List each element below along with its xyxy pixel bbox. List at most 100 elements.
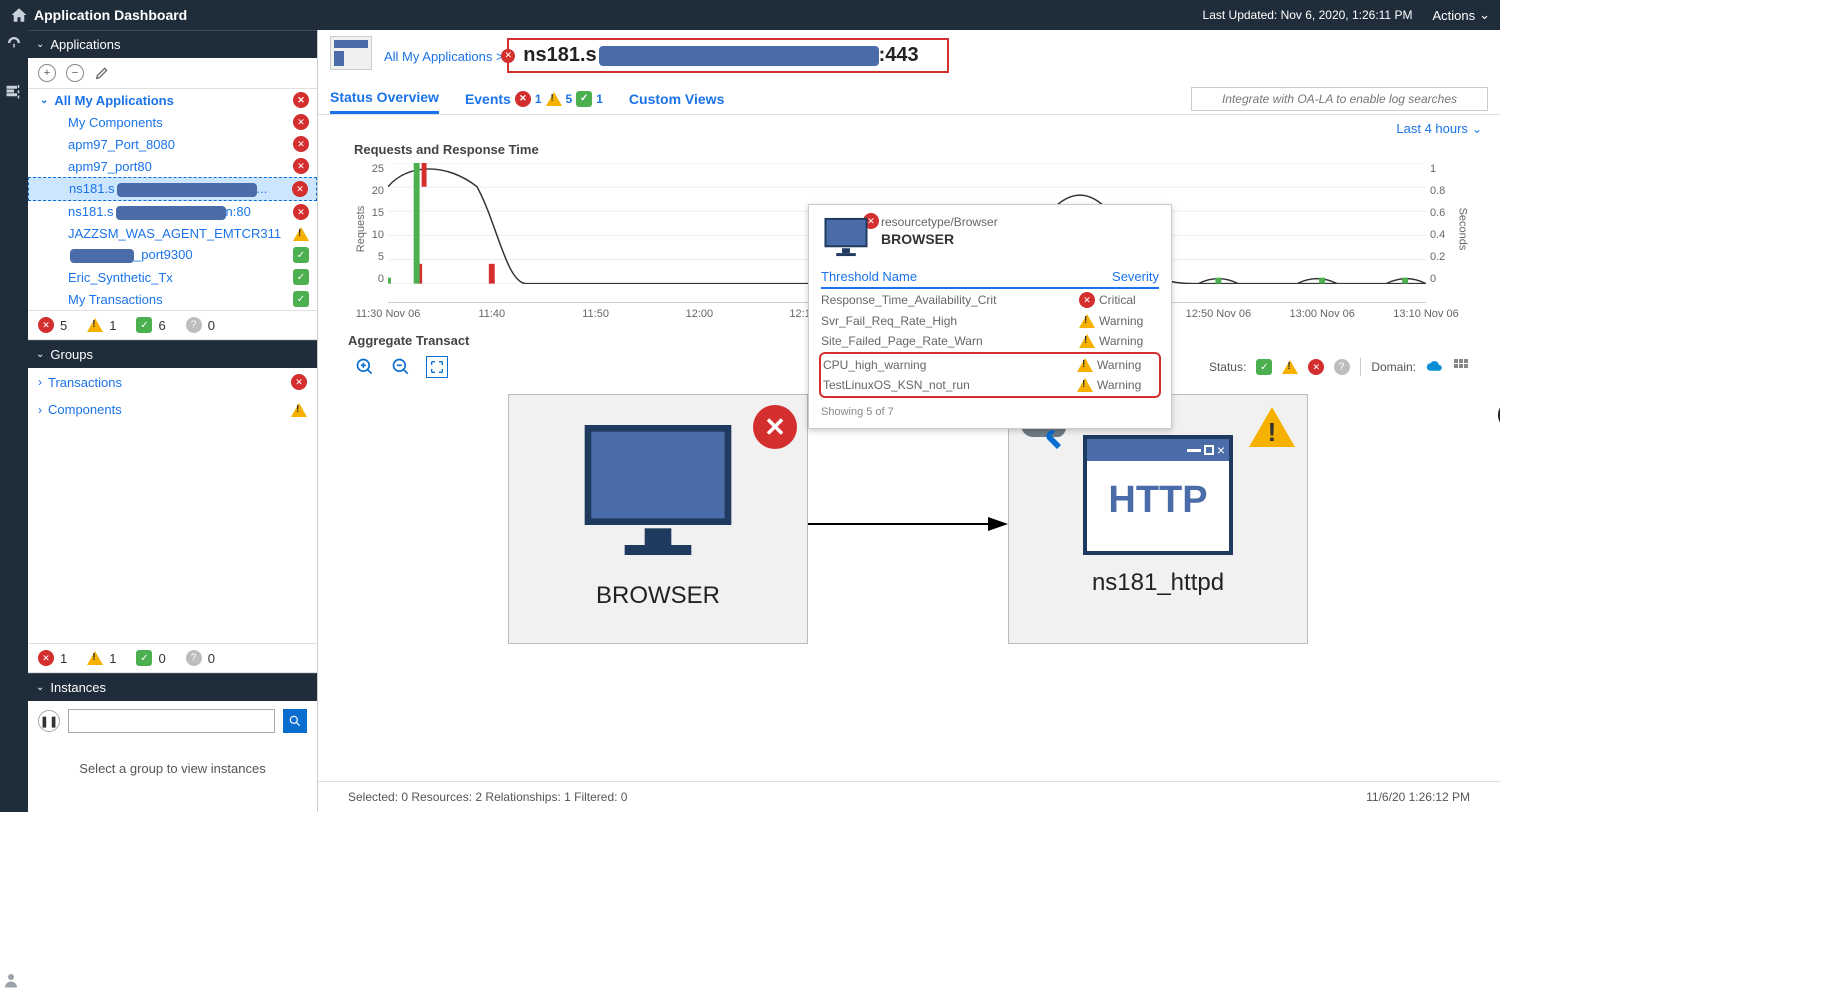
edit-icon[interactable] <box>94 65 110 81</box>
sidebar-item[interactable]: _port9300 <box>28 244 317 266</box>
crit-icon <box>38 650 54 666</box>
status-badge <box>293 114 309 130</box>
group-row[interactable]: ›Components <box>28 396 317 423</box>
topology-node-browser[interactable]: ✕ BROWSER <box>508 394 808 644</box>
instances-empty-msg: Select a group to view instances <box>38 733 307 804</box>
sidebar-item[interactable]: ns181.sn:80 <box>28 201 317 223</box>
warn-icon <box>87 318 103 332</box>
instances-body: ❚❚ Select a group to view instances <box>28 701 317 812</box>
remove-button[interactable]: − <box>66 64 84 82</box>
sidebar-item[interactable]: apm97_Port_8080 <box>28 133 317 155</box>
tooltip-row: TestLinuxOS_KSN_not_runWarning <box>823 375 1157 395</box>
crit-icon[interactable] <box>1308 359 1324 375</box>
warn-icon <box>1079 314 1095 328</box>
status-badge <box>293 204 309 220</box>
x-tick: 12:50 Nov 06 <box>1186 308 1251 320</box>
warn-icon <box>87 651 103 665</box>
y-axis-right: Seconds10.80.60.40.20 <box>1426 163 1470 303</box>
x-tick: 11:40 <box>478 308 505 320</box>
tab-events[interactable]: Events 1 5 1 <box>465 85 603 113</box>
status-badge <box>293 92 309 108</box>
app-title: ns181.s:443 <box>507 38 948 73</box>
close-icon: ✕ <box>753 405 797 449</box>
status-badge <box>293 227 309 241</box>
tune-icon[interactable] <box>5 82 23 100</box>
status-badge <box>292 181 308 197</box>
footer-timestamp: 11/6/20 1:26:12 PM <box>1366 790 1470 804</box>
footer-selection: Selected: 0 Resources: 2 Relationships: … <box>348 790 627 804</box>
app-thumbnail <box>330 36 372 70</box>
y-axis-left: Requests2520151050 <box>348 163 388 303</box>
search-button[interactable] <box>283 709 307 733</box>
sidebar-item[interactable]: My Transactions <box>28 288 317 310</box>
node-label: BROWSER <box>509 582 807 610</box>
topology-node-httpd[interactable]: ! × HTTP ns181_httpd <box>1008 394 1308 644</box>
group-row[interactable]: ›Transactions <box>28 368 317 396</box>
applications-panel-header[interactable]: ⌄Applications <box>28 30 317 58</box>
aggregate-title: Aggregate Transact <box>348 333 469 348</box>
crit-icon <box>515 91 531 107</box>
sidebar-item[interactable]: Eric_Synthetic_Tx <box>28 266 317 288</box>
main-content: All My Applications > ns181.s:443 Status… <box>318 30 1500 812</box>
ok-icon <box>136 317 152 333</box>
groups-panel-header[interactable]: ⌄Groups <box>28 340 317 368</box>
sidebar-item[interactable]: My Components <box>28 111 317 133</box>
sidebar: ⌄Applications + − ⌄All My Applications M… <box>28 30 318 812</box>
groups-list: ›Transactions›Components <box>28 368 317 423</box>
status-badge <box>293 247 309 263</box>
tooltip-table-header: Threshold NameSeverity <box>821 269 1159 289</box>
warn-icon <box>1077 358 1093 372</box>
ok-icon[interactable] <box>1256 359 1272 375</box>
actions-menu[interactable]: Actions⌄ <box>1432 7 1490 23</box>
fit-button[interactable] <box>426 356 448 378</box>
groups-counts: 1 1 0 0 <box>28 643 317 673</box>
breadcrumb[interactable]: All My Applications > <box>384 49 504 64</box>
monitor-icon <box>821 215 871 259</box>
home-icon[interactable] <box>10 6 28 24</box>
warn-icon <box>546 92 562 106</box>
svg-text:!: ! <box>1268 417 1277 447</box>
sidebar-item[interactable]: ns181.s... <box>28 177 317 201</box>
add-button[interactable]: + <box>38 64 56 82</box>
dashboard-icon[interactable] <box>5 34 23 52</box>
node-label: ns181_httpd <box>1009 569 1307 597</box>
tab-status-overview[interactable]: Status Overview <box>330 83 439 114</box>
zoom-in-button[interactable] <box>354 356 376 378</box>
ok-icon <box>136 650 152 666</box>
warn-icon <box>1077 378 1093 392</box>
topology-edge <box>808 514 1008 534</box>
status-badge <box>291 403 307 417</box>
topbar: Application Dashboard Last Updated: Nov … <box>0 0 1500 30</box>
time-range-select[interactable]: Last 4 hours <box>1396 121 1482 136</box>
domain-cloud-icon[interactable] <box>1426 360 1444 374</box>
sidebar-item[interactable]: apm97_port80 <box>28 155 317 177</box>
status-badge <box>291 374 307 390</box>
unk-icon <box>182 647 205 670</box>
x-tick: 13:10 Nov 06 <box>1393 308 1458 320</box>
zoom-out-button[interactable] <box>390 356 412 378</box>
x-tick: 13:00 Nov 06 <box>1289 308 1354 320</box>
instance-search-input[interactable] <box>68 709 275 733</box>
tooltip-row: Response_Time_Availability_CritCritical <box>821 289 1159 311</box>
tooltip-row: CPU_high_warningWarning <box>823 355 1157 375</box>
topology[interactable]: ✕ BROWSER ! × HTTP ns181_httpd <box>348 394 1470 664</box>
monitor-icon <box>573 415 743 565</box>
ok-icon <box>576 91 592 107</box>
user-icon[interactable] <box>2 971 20 994</box>
crit-icon <box>38 317 54 333</box>
sidebar-item[interactable]: JAZZSM_WAS_AGENT_EMTCR311 <box>28 223 317 244</box>
domain-grid-icon[interactable] <box>1454 359 1470 375</box>
instances-panel-header[interactable]: ⌄Instances <box>28 673 317 701</box>
status-badge <box>293 158 309 174</box>
log-search-box[interactable]: Integrate with OA-LA to enable log searc… <box>1191 87 1488 111</box>
http-label: HTTP <box>1087 479 1229 522</box>
tree-root[interactable]: ⌄All My Applications <box>28 89 317 111</box>
tooltip-highlight-box: CPU_high_warningWarningTestLinuxOS_KSN_n… <box>819 352 1161 398</box>
tab-row: Status Overview Events 1 5 1 Custom View… <box>318 83 1500 115</box>
tab-custom-views[interactable]: Custom Views <box>629 85 724 113</box>
unk-icon <box>182 314 205 337</box>
warn-icon[interactable] <box>1282 360 1298 374</box>
pause-button[interactable]: ❚❚ <box>38 710 60 732</box>
tooltip-showing: Showing 5 of 7 <box>821 406 1159 418</box>
unk-icon[interactable] <box>1331 356 1354 379</box>
